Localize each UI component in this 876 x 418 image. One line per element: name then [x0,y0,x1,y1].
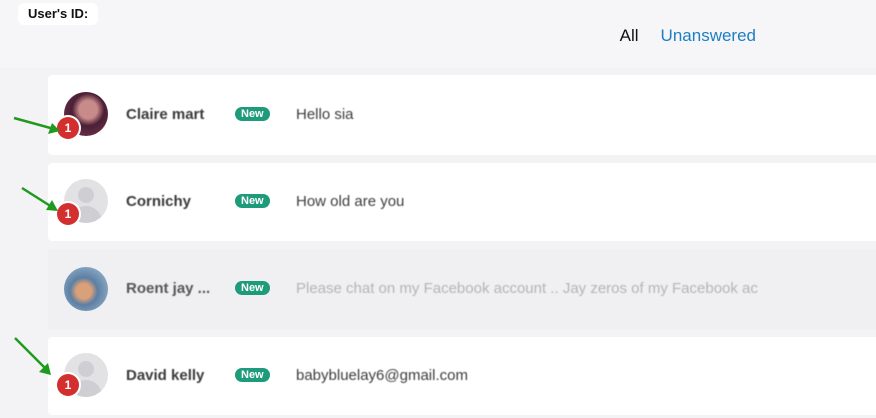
contact-name: Cornichy [126,193,192,210]
tab-all[interactable]: All [620,26,639,46]
message-preview: How old are you [296,193,405,210]
user-id-label: User's ID: [18,3,99,25]
contact-name: David kelly [126,367,205,384]
message-preview: babybluelay6@gmail.com [296,367,468,384]
unread-count-badge: 1 [57,117,79,139]
new-badge: New [235,368,270,382]
conversation-row[interactable]: 1 Cornichy New How old are you [48,163,876,241]
avatar [64,267,108,311]
unread-count-badge: 1 [57,203,79,225]
conversation-row[interactable]: 1 David kelly New babybluelay6@gmail.com [48,337,876,415]
new-badge: New [235,281,270,295]
tab-unanswered[interactable]: Unanswered [661,26,756,46]
filter-tabs: All Unanswered [620,26,756,46]
new-badge: New [235,107,270,121]
message-preview: Hello sia [296,106,354,123]
message-preview: Please chat on my Facebook account .. Ja… [296,280,758,297]
chat-list-page: User's ID: All Unanswered 1 Claire mart … [0,0,876,418]
header: User's ID: All Unanswered [0,0,876,68]
contact-name: Claire mart [126,106,205,123]
contact-name: Roent jay ... [126,280,211,297]
conversation-row[interactable]: Roent jay ... New Please chat on my Face… [48,249,876,329]
new-badge: New [235,194,270,208]
conversation-row[interactable]: 1 Claire mart New Hello sia [48,75,876,155]
unread-count-badge: 1 [57,374,79,396]
